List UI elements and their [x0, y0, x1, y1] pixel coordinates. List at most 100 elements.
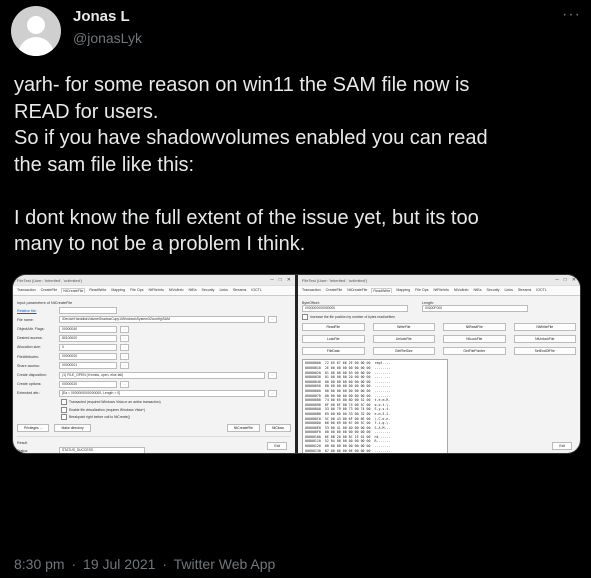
browse-button[interactable]: ... — [120, 343, 129, 351]
unlockfile-button[interactable]: UnlockFile — [372, 335, 435, 344]
more-icon[interactable]: ··· — [562, 6, 581, 24]
getfilepointer-button[interactable]: GetFilePointer — [443, 347, 506, 356]
avatar[interactable] — [11, 6, 61, 56]
tab-ntfileinfo[interactable]: NtFileInfo — [148, 288, 165, 293]
tab-ntcreatefile[interactable]: NtCreateFile — [346, 288, 368, 293]
tab-transaction[interactable]: Transaction — [16, 288, 37, 293]
field-row: Create disposition: (1) FILE_OPEN (if exi… — [17, 371, 291, 379]
browse-button[interactable]: ... — [268, 371, 277, 379]
browse-button[interactable]: ... — [120, 353, 129, 361]
hex-dump-view[interactable]: 00000000 72 65 67 66 2E 00 00 00 regf...… — [302, 359, 448, 453]
author-handle[interactable]: @jonasLyk — [73, 30, 142, 46]
ntlockfile-button[interactable]: NtLockFile — [443, 335, 506, 344]
lockfile-button[interactable]: LockFile — [302, 335, 365, 344]
tab-links[interactable]: Links — [218, 288, 228, 293]
field-row: Relative file: — [17, 307, 291, 315]
option-checkbox[interactable]: Enable file virtualization (requires Win… — [61, 406, 291, 413]
browse-button[interactable]: ... — [268, 316, 277, 324]
checkbox-box[interactable] — [61, 414, 67, 421]
tab-security[interactable]: Security — [486, 288, 501, 293]
getfilesize-button[interactable]: GetFileSize — [372, 347, 435, 356]
read-write-button-grid: ReadFile WriteFile NtReadFile NtWriteFile Lo… — [302, 323, 576, 356]
tab-strip: Transaction CreateFile NtCreateFile ReadWri… — [13, 286, 295, 296]
field-row: File name: \Device\HarddiskVolumeShadowCo… — [17, 316, 291, 324]
tab-security[interactable]: Security — [201, 288, 216, 293]
tab-streams[interactable]: Streams — [232, 288, 247, 293]
maximize-icon[interactable]: □ — [564, 277, 567, 283]
tweet-line: I dont know the full extent of the issue… — [14, 206, 479, 229]
tab-ntvolinfo[interactable]: NtVolInfo — [453, 288, 470, 293]
tab-readwrite[interactable]: ReadWrite — [371, 288, 393, 293]
field-value[interactable]: 0 — [59, 343, 117, 351]
field-value[interactable] — [59, 307, 117, 315]
privileges-button[interactable]: Privileges ... — [17, 424, 50, 433]
browse-button[interactable]: ... — [120, 362, 129, 370]
tab-file-ops[interactable]: File Ops — [414, 288, 429, 293]
make-directory-button[interactable]: Make directory — [54, 424, 91, 433]
tab-ntcreatefile[interactable]: NtCreateFile — [61, 288, 86, 293]
filedata-button[interactable]: FileData — [302, 347, 365, 356]
browse-button[interactable]: ... — [120, 380, 129, 388]
ntclose-button[interactable]: NtClose — [264, 424, 291, 433]
close-icon[interactable]: ✕ — [287, 277, 291, 283]
checkbox-box[interactable] — [61, 406, 67, 413]
tweet-date[interactable]: 19 Jul 2021 — [83, 556, 155, 572]
increase-position-checkbox[interactable]: Increase the file position by number of … — [302, 314, 576, 321]
separator-dot: · — [162, 556, 168, 572]
tab-createfile[interactable]: CreateFile — [40, 288, 59, 293]
field-label[interactable]: Relative file: — [17, 309, 59, 313]
option-checkbox[interactable]: Transacted (required Windows Vista or an… — [61, 399, 291, 406]
tab-links[interactable]: Links — [503, 288, 513, 293]
ntwritefile-button[interactable]: NtWriteFile — [513, 323, 576, 332]
ntunlockfile-button[interactable]: NtUnlockFile — [513, 335, 576, 344]
checkbox-box[interactable] — [302, 314, 308, 321]
option-checkbox[interactable]: Breakpoint right before call to NtCreate… — [61, 414, 291, 421]
readfile-button[interactable]: ReadFile — [302, 323, 365, 332]
maximize-icon[interactable]: □ — [279, 277, 282, 283]
field-label: Create disposition: — [17, 373, 47, 377]
tab-mapping[interactable]: Mapping — [395, 288, 411, 293]
tab-ntea[interactable]: NtEa — [473, 288, 483, 293]
minimize-icon[interactable]: ─ — [270, 277, 274, 283]
tab-transaction[interactable]: Transaction — [301, 288, 322, 293]
button-row: Privileges ... Make directory NtCreateFi… — [17, 424, 291, 433]
tweet-media-image[interactable]: FileTest (User: 'Inherited', 'unlimited'… — [12, 274, 581, 454]
tab-ntea[interactable]: NtEa — [188, 288, 198, 293]
minimize-icon[interactable]: ─ — [555, 277, 559, 283]
field-value[interactable]: [Ea = 0000000000000000, Length = 0] — [59, 389, 265, 397]
exit-button[interactable]: Exit — [267, 442, 287, 450]
browse-button[interactable]: ... — [268, 389, 277, 397]
checkbox-box[interactable] — [61, 399, 67, 406]
close-icon[interactable]: ✕ — [572, 277, 576, 283]
ntcreatefile-button[interactable]: NtCreateFile — [226, 424, 260, 433]
field-value[interactable]: 00000001 — [59, 362, 117, 370]
tab-file-ops[interactable]: File Ops — [129, 288, 144, 293]
tweet-time[interactable]: 8:30 pm — [14, 556, 65, 572]
tab-ioctl[interactable]: IOCTL — [250, 288, 263, 293]
setendoffile-button[interactable]: SetEndOfFile — [513, 347, 576, 356]
field-value[interactable]: 80100000 — [59, 334, 117, 342]
tab-mapping[interactable]: Mapping — [110, 288, 126, 293]
field-value[interactable]: 00000040 — [59, 325, 117, 333]
tab-streams[interactable]: Streams — [517, 288, 532, 293]
tab-readwrite[interactable]: ReadWrite — [88, 288, 107, 293]
length-field[interactable]: 00000F000 — [422, 305, 528, 313]
field-label: File name: — [17, 317, 34, 322]
exit-button[interactable]: Exit — [552, 442, 572, 450]
author-name[interactable]: Jonas L — [73, 8, 130, 25]
browse-button[interactable]: ... — [120, 334, 129, 342]
browse-button[interactable]: ... — [120, 325, 129, 333]
tab-ntvolinfo[interactable]: NtVolInfo — [168, 288, 185, 293]
result-label: Status: — [17, 448, 29, 453]
byte-offset-field[interactable]: 0000000000000000 — [302, 305, 408, 313]
tab-createfile[interactable]: CreateFile — [325, 288, 344, 293]
field-value[interactable]: 00000000 — [59, 353, 117, 361]
tab-ioctl[interactable]: IOCTL — [535, 288, 548, 293]
field-label: Extended attr.: — [17, 391, 41, 396]
ntreadfile-button[interactable]: NtReadFile — [443, 323, 506, 332]
writefile-button[interactable]: WriteFile — [372, 323, 435, 332]
field-value[interactable]: (1) FILE_OPEN (if exists, open, else fai… — [59, 371, 265, 379]
field-value[interactable]: 00000020 — [59, 380, 117, 388]
field-value[interactable]: \Device\HarddiskVolumeShadowCopy1\Window… — [59, 316, 265, 324]
tab-ntfileinfo[interactable]: NtFileInfo — [433, 288, 450, 293]
